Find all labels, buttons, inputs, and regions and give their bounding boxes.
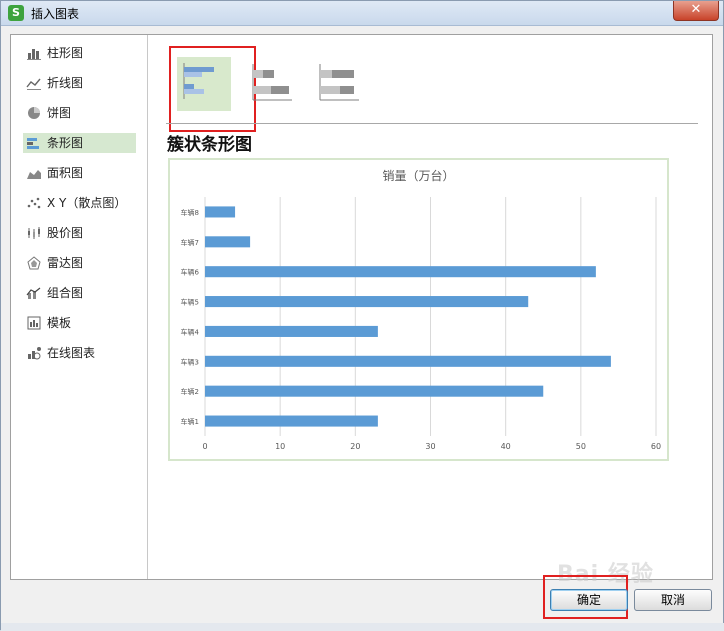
wps-app-icon: S	[8, 5, 24, 21]
y-category-label: 车辆7	[181, 238, 199, 247]
stock-chart-icon	[26, 226, 42, 240]
chart-subtype-title: 簇状条形图	[167, 135, 252, 155]
area-chart-icon	[26, 166, 42, 180]
bar	[205, 236, 251, 248]
percent-stacked-bar-thumb-icon	[319, 64, 359, 101]
x-tick-label: 30	[425, 442, 435, 451]
sidebar-item-label: 股价图	[47, 226, 84, 240]
sidebar-item-template[interactable]: 模板	[23, 313, 136, 333]
bar	[205, 266, 596, 278]
x-tick-label: 50	[576, 442, 586, 451]
y-category-label: 车辆5	[181, 298, 199, 307]
bar-chart-svg: 销量（万台） 0 10 20 30 40 50 60 车辆1 车辆2 车辆3 车辆4 车辆5 车辆6 车辆7…	[167, 157, 670, 462]
sidebar-item-online-chart[interactable]: 在线图表	[23, 343, 136, 363]
sidebar-item-label: 组合图	[47, 286, 84, 300]
x-tick-label: 40	[501, 442, 511, 451]
sidebar-item-label: 模板	[47, 316, 72, 330]
subtype-percent-stacked-bar[interactable]	[319, 64, 359, 104]
chart-category-sidebar: 柱形图折线图饼图条形图面积图 X Y（散点图） 股价图雷达图组合图模板在线图表	[11, 35, 148, 579]
y-category-label: 车辆8	[181, 208, 199, 217]
subtype-stacked-bar[interactable]	[252, 64, 292, 104]
y-category-label: 车辆6	[181, 268, 200, 277]
bar	[205, 206, 236, 218]
pie-chart-icon	[26, 106, 42, 120]
chart-preview: 销量（万台） 0 10 20 30 40 50 60 车辆1 车辆2 车辆3 车辆4 车辆5 车辆6 车辆7…	[167, 157, 670, 462]
insert-chart-dialog: S 插入图表 ✕ 柱形图折线图饼图条形图面积图 X Y（散点图） 股价图雷达图组合图…	[0, 0, 724, 631]
bar	[205, 385, 544, 397]
line-chart-icon	[26, 76, 42, 90]
sidebar-item-label: 雷达图	[47, 256, 84, 270]
sidebar-item-line-chart[interactable]: 折线图	[23, 73, 136, 93]
y-category-label: 车辆3	[181, 357, 199, 366]
stacked-bar-thumb-icon	[252, 64, 292, 101]
sidebar-item-label: 饼图	[47, 106, 72, 120]
radar-chart-icon	[26, 256, 42, 270]
dialog-title: 插入图表	[31, 7, 80, 21]
content-panel: 柱形图折线图饼图条形图面积图 X Y（散点图） 股价图雷达图组合图模板在线图表	[10, 34, 713, 580]
sidebar-item-label: 面积图	[47, 166, 84, 180]
bar	[205, 355, 611, 367]
sidebar-item-label: 条形图	[47, 136, 84, 150]
template-icon	[26, 316, 42, 330]
ok-button[interactable]: 确定	[550, 589, 628, 611]
y-category-label: 车辆4	[181, 327, 200, 336]
chart-frame	[167, 157, 670, 462]
sidebar-item-label: 在线图表	[47, 346, 96, 360]
bar	[205, 325, 378, 337]
online-chart-icon	[26, 346, 42, 360]
y-category-label: 车辆1	[181, 417, 199, 426]
y-category-label: 车辆2	[181, 387, 199, 396]
sidebar-item-bar-chart[interactable]: 条形图	[23, 133, 136, 153]
sidebar-item-label: 折线图	[47, 76, 84, 90]
x-tick-label: 10	[275, 442, 285, 451]
x-tick-label: 0	[202, 442, 207, 451]
chart-gallery-area: 簇状条形图 销量（万台） 0 10 20 30 40 50 60 车辆1 车辆2 车辆3 车辆4 车辆5…	[148, 35, 712, 579]
cancel-button[interactable]: 取消	[634, 589, 712, 611]
combo-chart-icon	[26, 286, 42, 300]
sidebar-item-label: 柱形图	[47, 46, 84, 60]
subtype-clustered-bar[interactable]	[177, 57, 231, 111]
sidebar-item-scatter-chart[interactable]: X Y（散点图）	[23, 193, 136, 213]
dialog-button-bar: 确定 取消	[1, 575, 724, 621]
sidebar-item-column-chart[interactable]: 柱形图	[23, 43, 136, 63]
bar	[205, 296, 529, 308]
title-bar: S 插入图表 ✕	[1, 1, 723, 26]
bar-chart-icon	[26, 136, 42, 150]
column-chart-icon	[26, 46, 42, 60]
close-button[interactable]: ✕	[673, 1, 719, 21]
chart-title: 销量（万台）	[382, 168, 454, 183]
sidebar-item-radar-chart[interactable]: 雷达图	[23, 253, 136, 273]
x-tick-label: 60	[651, 442, 661, 451]
sidebar-item-stock-chart[interactable]: 股价图	[23, 223, 136, 243]
scatter-chart-icon	[26, 196, 42, 210]
x-tick-label: 20	[350, 442, 360, 451]
sidebar-item-combo-chart[interactable]: 组合图	[23, 283, 136, 303]
clustered-bar-thumb-icon	[183, 63, 214, 99]
sidebar-item-pie-chart[interactable]: 饼图	[23, 103, 136, 123]
sidebar-item-area-chart[interactable]: 面积图	[23, 163, 136, 183]
divider	[166, 123, 698, 124]
bar	[205, 415, 378, 427]
sidebar-item-label: X Y（散点图）	[47, 196, 127, 210]
